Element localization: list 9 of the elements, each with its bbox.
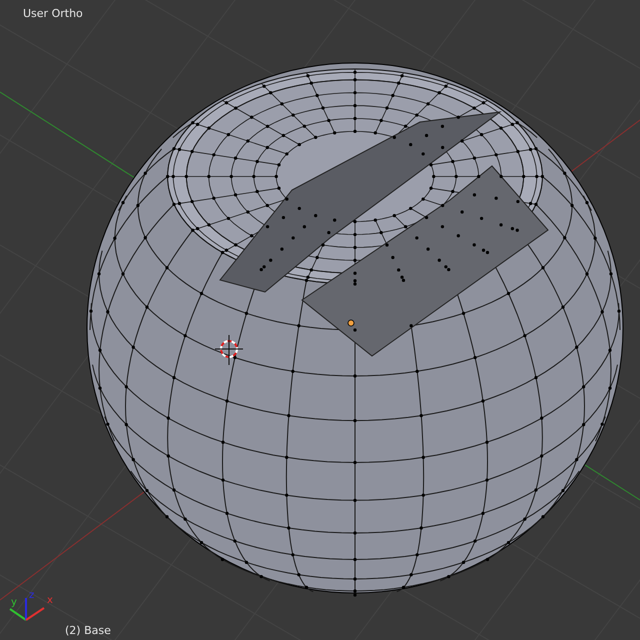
cursor-icon[interactable] — [214, 334, 244, 366]
axis-label: z — [29, 591, 34, 601]
axis-label: x — [47, 596, 53, 606]
origin-dot — [348, 320, 354, 326]
object-label: (2) Base — [65, 625, 111, 636]
view-title: User Ortho — [23, 6, 83, 22]
axis-gizmo-icon — [9, 598, 45, 621]
viewport[interactable]: User Ortho y z x (2) Base — [0, 0, 640, 640]
axis-label: y — [11, 598, 17, 608]
